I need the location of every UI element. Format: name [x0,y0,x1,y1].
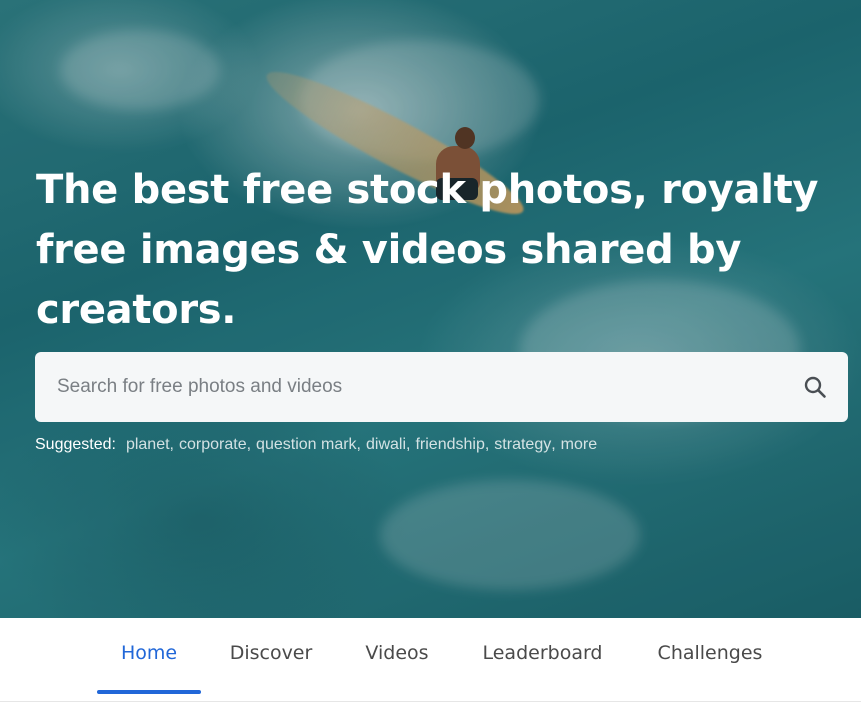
tab-challenges[interactable]: Challenges [645,642,775,698]
suggestion-link[interactable]: friendship [415,436,484,454]
suggestion-link[interactable]: planet [126,436,170,454]
tab-discover[interactable]: Discover [218,642,324,698]
tab-videos[interactable]: Videos [352,642,442,698]
suggested-searches: Suggested: planet, corporate, question m… [35,436,598,454]
suggestion-more-link[interactable]: more [561,436,597,454]
suggested-label: Suggested: [35,436,116,453]
suggestion-link[interactable]: question mark [256,436,357,454]
search-input[interactable] [35,352,802,422]
active-tab-indicator [97,690,201,694]
hero-headline: The best free stock photos, royalty free… [36,167,819,333]
search-icon[interactable] [802,374,828,400]
suggestion-link[interactable]: corporate [179,436,247,454]
suggestion-link[interactable]: strategy [494,436,551,454]
main-nav: Home Discover Videos Leaderboard Challen… [0,618,861,702]
search-bar[interactable] [35,352,848,422]
suggestion-link[interactable]: diwali [366,436,406,454]
hero-banner: The best free stock photos, royalty free… [0,0,861,618]
tab-leaderboard[interactable]: Leaderboard [470,642,615,698]
